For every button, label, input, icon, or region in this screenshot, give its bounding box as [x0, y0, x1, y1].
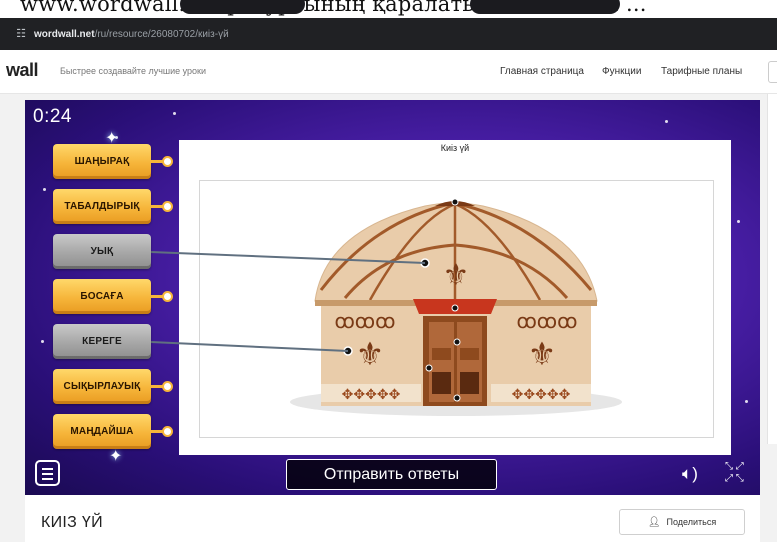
- label-text: УЫҚ: [90, 246, 114, 257]
- site-tagline: Быстрее создавайте лучшие уроки: [60, 66, 207, 76]
- share-button[interactable]: 👤︎ Поделиться: [619, 509, 745, 535]
- label-knob[interactable]: [162, 156, 173, 167]
- label-bosaga[interactable]: БОСАҒА: [53, 279, 151, 314]
- url-path: /ru/resource/26080702/киіз-үй: [94, 28, 229, 40]
- share-person-icon: 👤︎: [647, 516, 661, 528]
- fullscreen-icon[interactable]: ⤡ ⤢ ⤢ ⤡: [725, 461, 751, 487]
- label-knob[interactable]: [162, 426, 173, 437]
- share-label: Поделиться: [666, 517, 717, 527]
- label-mandaysha[interactable]: МАҢДАЙША: [53, 414, 151, 449]
- image-title: Киіз үй: [440, 143, 470, 153]
- submit-answers-button[interactable]: Отправить ответы: [286, 459, 497, 490]
- label-text: ШАҢЫРАҚ: [74, 156, 130, 167]
- login-button[interactable]: [768, 61, 777, 83]
- star: [745, 400, 748, 403]
- star: [737, 220, 740, 223]
- star: [665, 120, 668, 123]
- label-knob[interactable]: [162, 291, 173, 302]
- screenshot: www.wordwall.net ресурсының қаралатын Бе…: [0, 0, 777, 542]
- label-knob[interactable]: [162, 381, 173, 392]
- activity-info: КИІЗ ҮЙ 👤︎ Поделиться: [25, 495, 760, 542]
- nav-home[interactable]: Главная страница: [500, 66, 584, 77]
- site-header: wall Быстрее создавайте лучшие уроки Гла…: [0, 50, 777, 94]
- star: [173, 112, 176, 115]
- nav-pricing[interactable]: Тарифные планы: [661, 66, 742, 77]
- tune-icon[interactable]: ☷: [14, 27, 28, 41]
- game-area: ✦ ✦ 0:24 Киіз үй ⚜ ꝏꝏꝏ ꝏꝏꝏ ⚜ ⚜ ✥✥✥✥✥ ✥✥✥…: [25, 100, 760, 495]
- sparkle: ✦: [109, 448, 123, 465]
- browser-toolbar: ☷ wordwall.net /ru/resource/26080702/киі…: [0, 18, 777, 50]
- label-shanyrak[interactable]: ШАҢЫРАҚ: [53, 144, 151, 179]
- activity-title: КИІЗ ҮЙ: [41, 514, 103, 531]
- address-bar[interactable]: ☷ wordwall.net /ru/resource/26080702/киі…: [8, 23, 448, 45]
- speaker-icon[interactable]: 🔈︎): [682, 464, 714, 486]
- label-text: МАҢДАЙША: [70, 426, 134, 437]
- label-tabaldyryk[interactable]: ТАБАЛДЫРЫҚ: [53, 189, 151, 224]
- right-sidebar: [767, 94, 777, 444]
- label-text: СЫҚЫРЛАУЫҚ: [63, 381, 141, 392]
- wordwall-logo[interactable]: wall: [6, 60, 39, 81]
- label-text: ТАБАЛДЫРЫҚ: [64, 201, 140, 212]
- label-uyk[interactable]: УЫҚ: [53, 234, 151, 269]
- label-kerege[interactable]: КЕРЕГЕ: [53, 324, 151, 359]
- browser-tab[interactable]: [470, 0, 620, 14]
- label-text: КЕРЕГЕ: [82, 336, 122, 347]
- label-text: БОСАҒА: [80, 291, 124, 302]
- label-sykyrlauyk[interactable]: СЫҚЫРЛАУЫҚ: [53, 369, 151, 404]
- timer: 0:24: [33, 106, 72, 127]
- star: [43, 188, 46, 191]
- url-host: wordwall.net: [34, 28, 95, 40]
- nav-features[interactable]: Функции: [602, 66, 641, 77]
- image-frame: [199, 180, 714, 438]
- menu-icon[interactable]: [35, 460, 60, 486]
- browser-tab[interactable]: [180, 0, 305, 14]
- star: [41, 340, 44, 343]
- label-knob[interactable]: [162, 201, 173, 212]
- top-caption-strip: www.wordwall.net ресурсының қаралатын Бе…: [0, 0, 777, 18]
- diagram-card: Киіз үй: [179, 140, 731, 455]
